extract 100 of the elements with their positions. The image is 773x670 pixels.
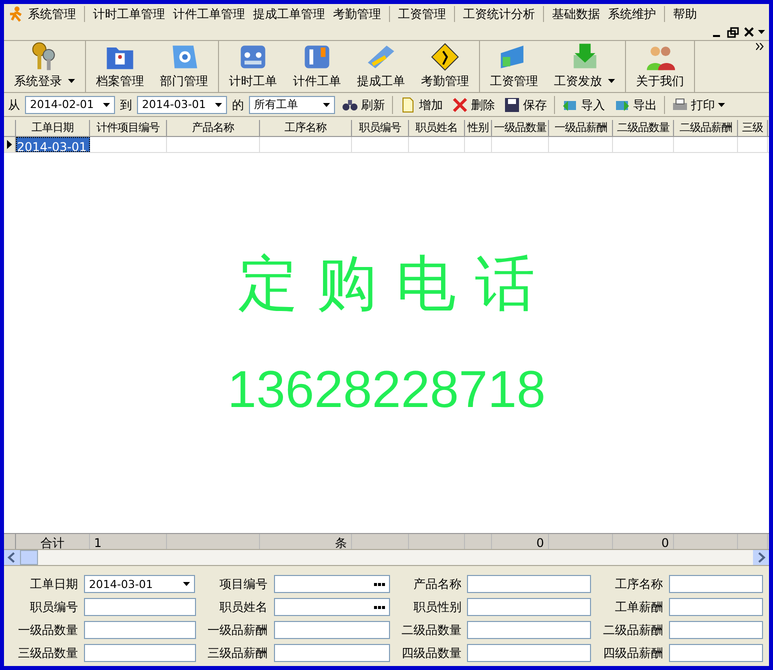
toolbar-button[interactable]: 部门管理 bbox=[154, 40, 214, 92]
menu-item[interactable]: 系统维护 bbox=[604, 5, 660, 23]
field-label: 工单薪酬 bbox=[614, 599, 663, 616]
phone-number: 13628228718 bbox=[227, 364, 546, 416]
scroll-right-icon[interactable] bbox=[753, 550, 769, 565]
toolbar-button[interactable]: 考勤管理 bbox=[415, 40, 475, 92]
type-select[interactable]: 所有工单 bbox=[249, 96, 335, 114]
column-header[interactable]: 二级品数量 bbox=[613, 120, 674, 136]
input-field[interactable] bbox=[467, 644, 592, 662]
toolbar-button[interactable]: 关于我们 bbox=[630, 40, 690, 92]
dropdown-arrow-icon bbox=[323, 102, 330, 106]
input-field[interactable] bbox=[467, 598, 592, 616]
menu-item[interactable]: 考勤管理 bbox=[329, 5, 385, 23]
lookup-field[interactable] bbox=[274, 575, 390, 593]
input-field[interactable] bbox=[467, 575, 592, 593]
dropdown-arrow-icon bbox=[103, 102, 110, 106]
menu-item[interactable]: 系统管理 bbox=[24, 5, 80, 23]
field-label: 一级品薪酬 bbox=[206, 622, 268, 639]
table-cell: 2014-03-01 bbox=[16, 137, 90, 152]
field-label: 职员性别 bbox=[412, 599, 462, 616]
column-header[interactable]: 职员姓名 bbox=[409, 120, 465, 136]
total-cell-text: 合计 bbox=[40, 535, 64, 549]
toolbar-button[interactable]: 保存 bbox=[502, 96, 549, 114]
caret-icon bbox=[718, 102, 725, 106]
scroll-left-icon[interactable] bbox=[4, 550, 20, 565]
menu-item[interactable]: 工资统计分析 bbox=[459, 5, 539, 23]
toolbar-button[interactable]: 计时工单 bbox=[223, 40, 283, 92]
total-cell-text: 0 bbox=[661, 535, 669, 549]
field-label: 二级品数量 bbox=[400, 622, 462, 639]
toolbar-button[interactable]: 工资管理 bbox=[484, 40, 544, 92]
cross-icon bbox=[452, 96, 468, 112]
toolbar-button[interactable]: 系统登录 bbox=[8, 40, 81, 92]
column-header[interactable]: 工单日期 bbox=[16, 120, 90, 136]
toolbar-button[interactable]: 计件工单 bbox=[287, 40, 347, 92]
total-cell-text: 1 bbox=[94, 535, 102, 549]
close-icon[interactable] bbox=[742, 26, 756, 38]
input-field[interactable] bbox=[274, 621, 390, 639]
input-field[interactable] bbox=[84, 644, 196, 662]
of-label: 的 bbox=[232, 96, 244, 114]
toolbar-button[interactable]: 打印 bbox=[670, 96, 727, 114]
printer-icon bbox=[672, 96, 688, 112]
banner-title: 定 购 电 话 bbox=[238, 254, 536, 314]
input-field[interactable] bbox=[84, 598, 196, 616]
field-label: 四级品薪酬 bbox=[602, 645, 663, 662]
toolbar-button[interactable]: 提成工单 bbox=[351, 40, 411, 92]
overflow-icon[interactable] bbox=[756, 43, 765, 50]
toolbar-button[interactable]: 导入 bbox=[560, 96, 607, 114]
column-header[interactable]: 计件项目编号 bbox=[90, 120, 167, 136]
floppy-icon bbox=[504, 96, 520, 112]
toolbar-button[interactable]: 工资发放 bbox=[548, 40, 621, 92]
toolbar-button[interactable]: 刷新 bbox=[340, 96, 387, 114]
to-label: 到 bbox=[120, 96, 132, 114]
column-header[interactable]: 工序名称 bbox=[260, 120, 352, 136]
input-field[interactable] bbox=[668, 575, 763, 593]
caret-icon bbox=[608, 79, 615, 83]
caret-icon bbox=[758, 30, 765, 34]
field-label: 二级品薪酬 bbox=[602, 622, 663, 639]
input-field[interactable] bbox=[274, 644, 390, 662]
field-label: 产品名称 bbox=[412, 576, 462, 593]
menu-item[interactable]: 提成工单管理 bbox=[249, 5, 329, 23]
column-header[interactable]: 职员编号 bbox=[352, 120, 409, 136]
caret-icon bbox=[68, 79, 75, 83]
input-field[interactable] bbox=[467, 621, 592, 639]
field-label: 三级品数量 bbox=[17, 645, 78, 662]
toolbar-button[interactable]: 删除 bbox=[450, 96, 497, 114]
dropdown-arrow-icon bbox=[215, 102, 222, 106]
field-label: 项目编号 bbox=[218, 576, 268, 593]
menu-item[interactable]: 计件工单管理 bbox=[169, 5, 249, 23]
column-header[interactable]: 一级品薪酬 bbox=[549, 120, 613, 136]
total-cell-text: 条 bbox=[335, 535, 347, 549]
column-header[interactable]: 性别 bbox=[465, 120, 492, 136]
toolbar-button[interactable]: 增加 bbox=[398, 96, 445, 114]
input-field[interactable] bbox=[668, 644, 763, 662]
ellipsis-icon[interactable] bbox=[374, 606, 385, 608]
toolbar-button[interactable]: 导出 bbox=[612, 96, 659, 114]
menu-item[interactable]: 帮助 bbox=[669, 5, 701, 23]
column-header[interactable]: 二级品薪酬 bbox=[674, 120, 738, 136]
from-label: 从 bbox=[8, 96, 20, 114]
menu-item[interactable]: 工资管理 bbox=[394, 5, 450, 23]
menu-item[interactable]: 计时工单管理 bbox=[89, 5, 169, 23]
input-field[interactable] bbox=[668, 621, 763, 639]
from-date-field[interactable]: 2014-02-01 bbox=[25, 96, 115, 114]
field-label: 四级品数量 bbox=[400, 645, 462, 662]
input-field[interactable] bbox=[84, 621, 196, 639]
field-label: 职员姓名 bbox=[218, 599, 268, 616]
restore-icon[interactable] bbox=[726, 26, 740, 38]
field-label: 工单日期 bbox=[29, 576, 78, 593]
toolbar-button[interactable]: 档案管理 bbox=[90, 40, 150, 92]
field-label: 三级品薪酬 bbox=[206, 645, 268, 662]
scroll-thumb[interactable] bbox=[20, 550, 38, 565]
input-field[interactable] bbox=[668, 598, 763, 616]
column-header[interactable]: 一级品数量 bbox=[492, 120, 549, 136]
column-header[interactable]: 产品名称 bbox=[167, 120, 260, 136]
column-header[interactable]: 三级 bbox=[738, 120, 768, 136]
menu-item[interactable]: 基础数据 bbox=[548, 5, 604, 23]
ellipsis-icon[interactable] bbox=[374, 582, 385, 586]
lookup-field[interactable] bbox=[274, 598, 390, 616]
to-date-field[interactable]: 2014-03-01 bbox=[137, 96, 227, 114]
date-field[interactable]: 2014-03-01 bbox=[84, 575, 195, 593]
horizontal-scrollbar[interactable] bbox=[4, 549, 769, 566]
